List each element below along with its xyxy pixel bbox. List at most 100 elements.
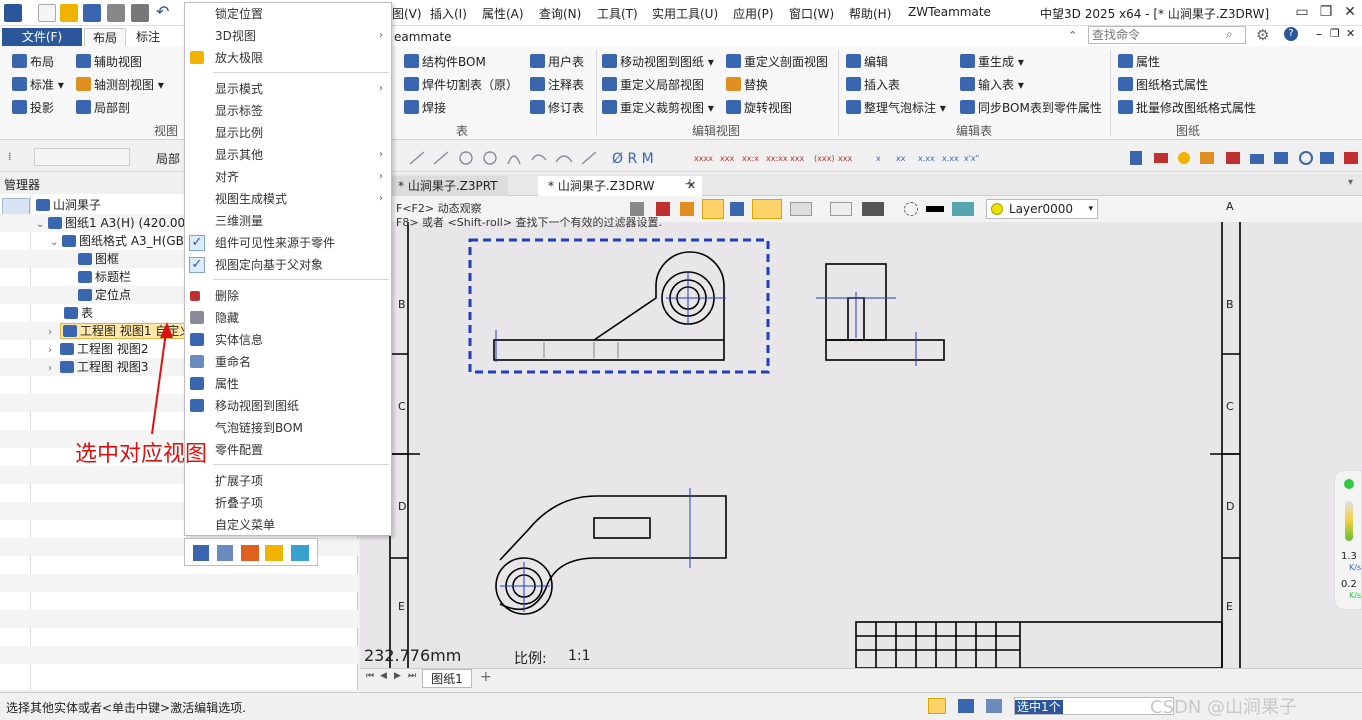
doc-restore-icon[interactable]: ❐ xyxy=(1330,27,1340,40)
view-dimension-icon[interactable] xyxy=(830,202,852,216)
menu-component-visibility[interactable]: ✓ 组件可见性来源于零件 xyxy=(185,232,391,254)
doc-close-icon[interactable]: ✕ xyxy=(1346,27,1355,40)
menu-window[interactable]: 窗口(W) xyxy=(789,5,834,22)
menu-display-mode[interactable]: 显示模式 › xyxy=(185,78,391,100)
menu-entity-info[interactable]: 实体信息 xyxy=(185,329,391,351)
layer-manager-icon[interactable] xyxy=(952,202,974,216)
render-mode-icon[interactable] xyxy=(862,202,884,216)
status-screen-icon[interactable] xyxy=(958,699,974,713)
menu-delete[interactable]: 删除 xyxy=(185,285,391,307)
menu-properties[interactable]: 属性 xyxy=(185,373,391,395)
layer-dropdown[interactable]: Layer0000 ▾ xyxy=(986,199,1098,219)
mini-info-icon[interactable] xyxy=(217,545,233,561)
menu-hide[interactable]: 隐藏 xyxy=(185,307,391,329)
tab-part-file[interactable]: * 山涧果子.Z3PRT xyxy=(388,176,508,196)
menu-insert[interactable]: 插入(I) xyxy=(430,5,467,22)
save-icon[interactable] xyxy=(83,4,101,22)
menu-tools[interactable]: 工具(T) xyxy=(597,5,638,22)
next-sheet-icon[interactable]: ▶ xyxy=(394,671,401,681)
axonometric-section-button[interactable]: 轴测剖视图 ▾ xyxy=(76,77,164,93)
tab-file[interactable]: 文件(F) xyxy=(2,28,82,46)
annotation-table-button[interactable]: 注释表 xyxy=(530,77,584,93)
sync-bom-button[interactable]: 同步BOM表到零件属性 xyxy=(960,100,1102,116)
mini-move-icon[interactable] xyxy=(241,545,259,561)
menu-align[interactable]: 对齐 › xyxy=(185,166,391,188)
edit-table-button[interactable]: 编辑 xyxy=(846,54,888,70)
sheet-format-properties-button[interactable]: 图纸格式属性 xyxy=(1118,77,1208,93)
sheet-properties-button[interactable]: 属性 xyxy=(1118,54,1160,70)
rotate-view-button[interactable]: 旋转视图 xyxy=(726,100,792,116)
open-file-icon[interactable] xyxy=(60,4,78,22)
redefine-crop-view-button[interactable]: 重定义裁剪视图 ▾ xyxy=(602,100,714,116)
display-mode-icon[interactable] xyxy=(790,202,812,216)
menu-show-label[interactable]: 显示标签 xyxy=(185,100,391,122)
new-tab-icon[interactable]: + xyxy=(684,176,696,192)
user-table-button[interactable]: 用户表 xyxy=(530,54,584,70)
menu-help[interactable]: 帮助(H) xyxy=(849,5,891,22)
annotation-tools-icons[interactable]: xxxx xxx xx:x xx:xx xxx (xxx) xxx x xx x.xx x.xx x… xyxy=(690,148,990,168)
menu-rename[interactable]: 重命名 xyxy=(185,351,391,373)
menu-part-configuration[interactable]: 零件配置 xyxy=(185,439,391,461)
menu-view-generation-mode[interactable]: 视图生成模式 › xyxy=(185,188,391,210)
close-icon[interactable]: ✕ xyxy=(1340,2,1360,22)
mini-properties-icon[interactable] xyxy=(193,545,209,561)
line-style-icon[interactable] xyxy=(926,206,944,212)
menu-balloon-link-bom[interactable]: 气泡链接到BOM xyxy=(185,417,391,439)
menu-query[interactable]: 查询(N) xyxy=(539,5,581,22)
selection-circle-icon[interactable] xyxy=(904,202,918,216)
menu-custom-menu[interactable]: 自定义菜单 xyxy=(185,514,391,536)
menu-attribute[interactable]: 属性(A) xyxy=(482,5,524,22)
replace-button[interactable]: 替换 xyxy=(726,77,768,93)
drawing-canvas[interactable]: B C D E A B C D E 232.776mm 比例: 1:1 xyxy=(360,200,1362,668)
status-list-icon[interactable] xyxy=(986,699,1002,713)
menu-show-other[interactable]: 显示其他 › xyxy=(185,144,391,166)
menu-view[interactable]: 图(V) xyxy=(392,5,422,22)
menu-collapse-children[interactable]: 折叠子项 xyxy=(185,492,391,514)
print-preview-icon[interactable] xyxy=(131,4,149,22)
menu-3d-view[interactable]: 3D视图 › xyxy=(185,25,391,47)
network-speed-widget[interactable]: 1.3 K/s 0.2 K/s xyxy=(1334,470,1362,610)
grid-toggle-icon[interactable] xyxy=(752,199,782,219)
menu-move-view-to-sheet[interactable]: 移动视图到图纸 xyxy=(185,395,391,417)
restore-icon[interactable]: ❐ xyxy=(1316,2,1336,22)
filter-dropdown[interactable] xyxy=(34,148,130,166)
minimize-icon[interactable]: ▭ xyxy=(1292,2,1312,22)
sketch-tools-icons[interactable]: Ø R M xyxy=(390,148,690,168)
weld-button[interactable]: 焊接 xyxy=(404,100,446,116)
tab-zwteammate[interactable]: eammate xyxy=(386,28,460,46)
menu-lock-position[interactable]: 锁定位置 xyxy=(185,3,391,25)
partial-section-button[interactable]: 局部剖 xyxy=(76,100,130,116)
last-sheet-icon[interactable]: ⏭ xyxy=(408,671,416,681)
arrange-balloons-button[interactable]: 整理气泡标注 ▾ xyxy=(846,100,946,116)
first-sheet-icon[interactable]: ⏮ xyxy=(366,671,374,681)
tab-layout[interactable]: 布局 xyxy=(84,28,127,46)
menu-show-scale[interactable]: 显示比例 xyxy=(185,122,391,144)
undo-icon[interactable]: ↶ xyxy=(156,4,170,22)
menu-3d-measure[interactable]: 三维测量 xyxy=(185,210,391,232)
search-input[interactable] xyxy=(1088,26,1246,44)
menu-expand-children[interactable]: 扩展子项 xyxy=(185,470,391,492)
weld-cut-table-button[interactable]: 焊件切割表（原） xyxy=(404,77,518,93)
menu-apps[interactable]: 应用(P) xyxy=(733,5,774,22)
menu-zoom-extents[interactable]: 放大极限 xyxy=(185,47,391,69)
view-tools-icons[interactable] xyxy=(1126,148,1362,168)
redefine-section-view-button[interactable]: 重定义剖面视图 xyxy=(726,54,828,70)
new-file-icon[interactable] xyxy=(38,4,56,22)
help-icon[interactable]: ? xyxy=(1284,27,1298,41)
settings-gear-icon[interactable]: ⚙ xyxy=(1256,26,1269,44)
prev-sheet-icon[interactable]: ◀ xyxy=(380,671,387,681)
redefine-detail-view-button[interactable]: 重定义局部视图 xyxy=(602,77,704,93)
move-view-to-sheet-button[interactable]: 移动视图到图纸 ▾ xyxy=(602,54,714,70)
insert-table-button[interactable]: 插入表 xyxy=(846,77,900,93)
tab-list-icon[interactable]: ▾ xyxy=(1348,177,1353,188)
tab-drawing-file[interactable]: * 山涧果子.Z3DRW ✕ xyxy=(538,176,702,196)
mini-edit-icon[interactable] xyxy=(265,545,283,561)
input-table-button[interactable]: 输入表 ▾ xyxy=(960,77,1024,93)
regenerate-button[interactable]: 重生成 ▾ xyxy=(960,54,1024,70)
snap-icon[interactable] xyxy=(730,202,744,216)
search-icon[interactable]: ⌕ xyxy=(1226,27,1233,42)
menu-utilities[interactable]: 实用工具(U) xyxy=(652,5,718,22)
tab-annotation[interactable]: 标注 xyxy=(128,28,168,46)
auxiliary-view-button[interactable]: 辅助视图 xyxy=(76,54,142,70)
standard-view-button[interactable]: 标准 ▾ xyxy=(12,77,64,93)
